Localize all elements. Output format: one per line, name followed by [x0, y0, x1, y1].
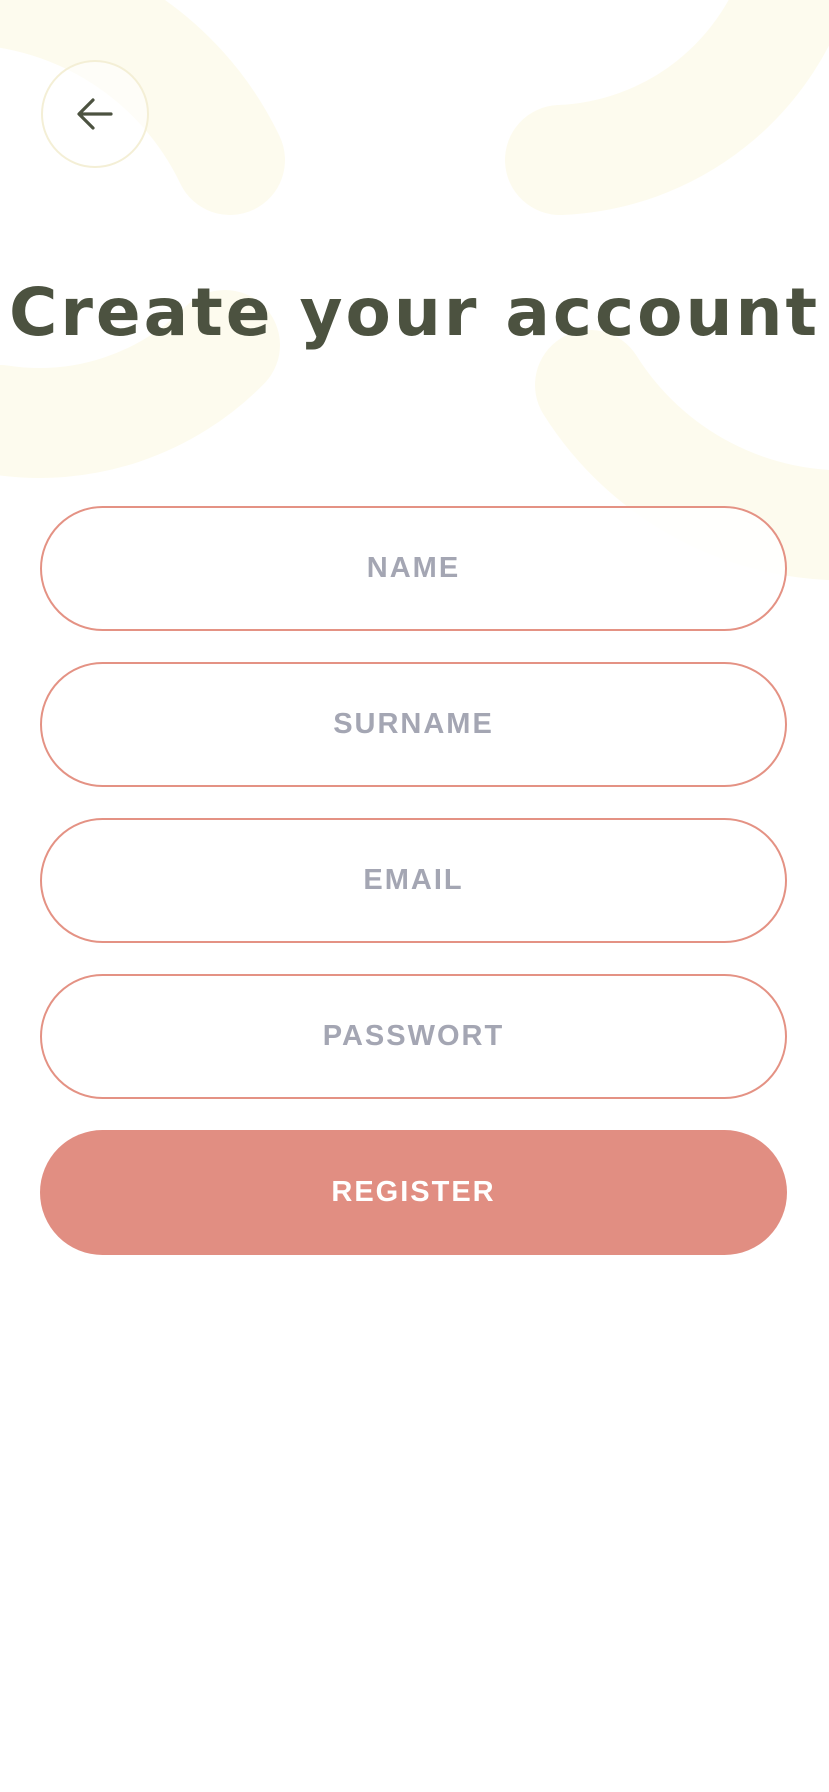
register-screen: Create your account REGISTER: [0, 0, 829, 1792]
surname-field[interactable]: [40, 662, 787, 787]
back-button[interactable]: [41, 60, 149, 168]
email-field[interactable]: [40, 818, 787, 943]
arrow-left-icon: [77, 98, 113, 130]
registration-form: REGISTER: [40, 506, 787, 1255]
register-button[interactable]: REGISTER: [40, 1130, 787, 1255]
name-field[interactable]: [40, 506, 787, 631]
page-title: Create your account: [8, 274, 821, 351]
password-field[interactable]: [40, 974, 787, 1099]
